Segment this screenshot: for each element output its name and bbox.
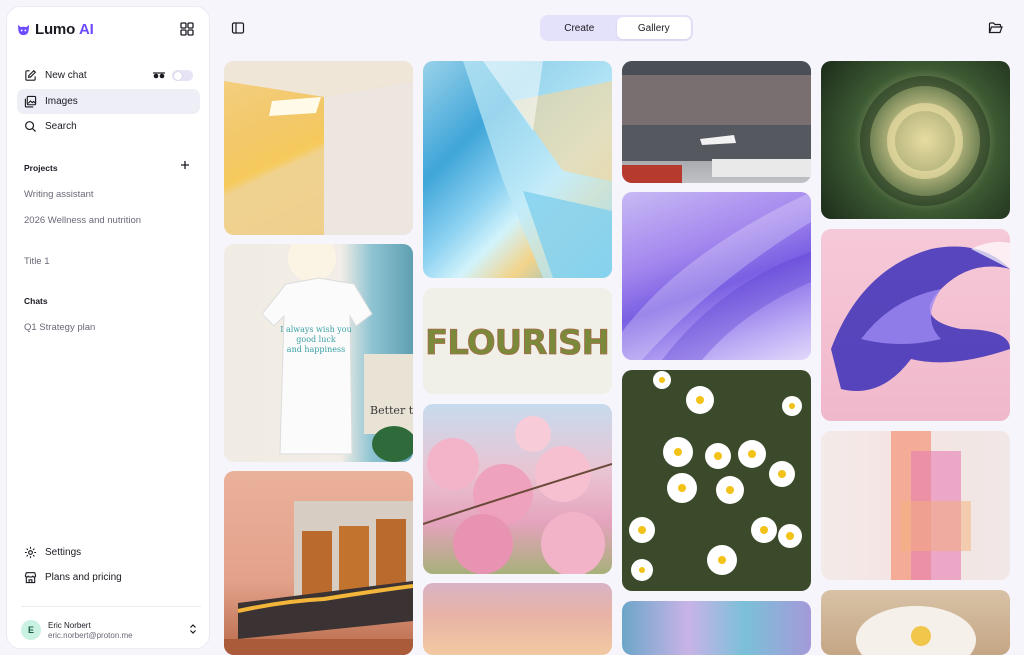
chat-item[interactable]: Q1 Strategy plan <box>24 322 95 333</box>
ghost-mode-toggle[interactable] <box>172 70 193 81</box>
tab-gallery[interactable]: Gallery <box>616 17 691 39</box>
shirt-text-line-3: and happiness <box>287 345 345 354</box>
settings-label: Settings <box>45 546 82 558</box>
project-item[interactable]: Writing assistant <box>24 189 94 200</box>
balcony-illustration <box>224 501 413 655</box>
tshirt-illustration: I always wish you good luck and happines… <box>261 244 413 462</box>
shirt-text-line-1: I always wish you <box>280 325 352 334</box>
gallery-image-swirl-foliage[interactable] <box>821 61 1010 219</box>
gallery-image-iridescent-glass[interactable] <box>423 61 612 278</box>
plus-icon[interactable] <box>179 159 191 171</box>
swirl-foliage-illustration <box>860 76 990 206</box>
gallery-image-pastel-sky[interactable] <box>423 583 612 655</box>
folder-open-icon[interactable] <box>988 21 1003 35</box>
tab-create[interactable]: Create <box>542 17 617 39</box>
storefront-icon <box>24 571 37 583</box>
pencil-square-icon <box>25 69 37 81</box>
brand-wordmark: Lumo AI <box>35 21 94 38</box>
brand[interactable]: Lumo AI <box>17 21 94 38</box>
gallery-image-flourish[interactable]: FLOURISH <box>423 288 612 394</box>
user-email: eric.norbert@proton.me <box>48 630 133 640</box>
gallery-image-ceiling-light[interactable] <box>224 61 413 235</box>
chats-heading: Chats <box>24 296 48 306</box>
chevron-up-down-icon <box>190 624 196 634</box>
nav-label: Images <box>45 96 78 107</box>
project-item[interactable]: 2026 Wellness and nutrition <box>24 215 141 226</box>
lumo-cat-logo-icon <box>17 24 30 36</box>
daisies-illustration <box>629 371 802 581</box>
divider <box>21 606 201 607</box>
gear-icon <box>24 546 37 558</box>
user-name: Eric Norbert <box>48 620 91 630</box>
gallery-image-holographic-bubbles[interactable] <box>622 601 811 655</box>
avatar: E <box>21 620 41 640</box>
gallery-image-balcony[interactable] <box>224 471 413 655</box>
settings-button[interactable]: Settings <box>17 540 200 564</box>
plans-button[interactable]: Plans and pricing <box>17 565 200 589</box>
sidebar: Lumo AI New chat Images Search Projects … <box>6 6 210 649</box>
gallery-image-white-peony[interactable] <box>821 590 1010 655</box>
mode-tabs: Create Gallery <box>540 15 693 41</box>
flourish-lettering-illustration: FLOURISH <box>425 323 611 364</box>
sign-text: Better th <box>370 404 413 417</box>
iridescent-glass-illustration <box>463 61 612 278</box>
search-icon <box>25 121 37 133</box>
plans-label: Plans and pricing <box>45 571 122 583</box>
gallery-image-glitch-figure[interactable] <box>821 431 1010 580</box>
user-menu[interactable]: E Eric Norbert eric.norbert@proton.me <box>21 616 203 644</box>
gallery-image-chrome-sculpture[interactable] <box>821 229 1010 421</box>
purple-liquid-illustration <box>622 192 811 360</box>
gallery-image-cherry-blossoms[interactable] <box>423 404 612 574</box>
chrome-sculpture-illustration <box>831 241 1010 391</box>
peony-illustration <box>856 606 976 655</box>
cherry-blossom-illustration <box>423 416 612 574</box>
user-info: Eric Norbert eric.norbert@proton.me <box>48 621 133 640</box>
shirt-text-line-2: good luck <box>296 335 336 344</box>
race-track-illustration <box>622 61 811 183</box>
nav-label: New chat <box>45 70 87 81</box>
search-nav-item[interactable]: Search <box>17 114 200 139</box>
gallery-image-purple-liquid[interactable] <box>622 192 811 360</box>
glitch-figure-illustration <box>891 431 971 580</box>
gallery-image-daisies[interactable] <box>622 370 811 591</box>
images-icon <box>24 95 37 108</box>
ceiling-light-illustration <box>224 61 413 235</box>
gallery-image-tshirt[interactable]: I always wish you good luck and happines… <box>224 244 413 462</box>
ghost-mode-glasses-icon[interactable] <box>152 68 166 82</box>
gallery-image-race-track[interactable] <box>622 61 811 183</box>
flourish-text: FLOURISH <box>425 323 609 363</box>
nav-label: Search <box>45 121 77 132</box>
toggle-knob <box>173 71 182 80</box>
projects-heading: Projects <box>24 163 58 173</box>
grid-layout-icon[interactable] <box>179 21 195 37</box>
images-nav-item[interactable]: Images <box>17 89 200 114</box>
project-item[interactable]: Title 1 <box>24 256 50 267</box>
sidebar-toggle-icon[interactable] <box>231 21 245 35</box>
